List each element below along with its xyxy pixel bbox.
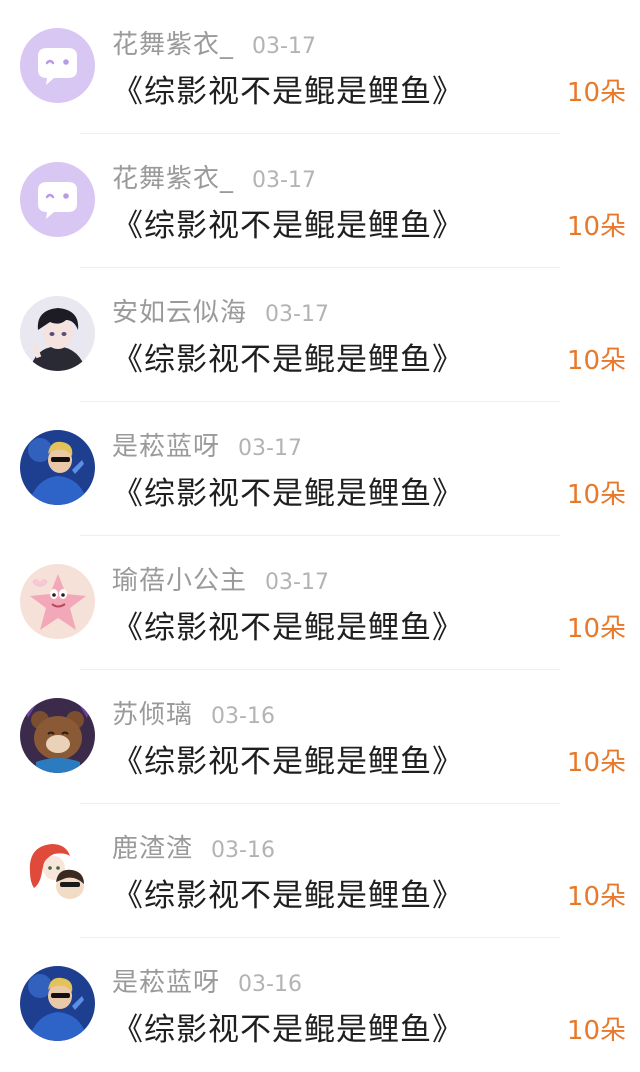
- date: 03-17: [252, 168, 316, 193]
- blue-character-avatar[interactable]: [20, 966, 95, 1041]
- red-hair-girl-avatar[interactable]: [20, 832, 95, 907]
- item-meta: 花舞紫衣_ 03-17: [112, 158, 316, 194]
- gift-record-list: 花舞紫衣_ 03-17 《综影视不是鲲是鲤鱼》 10朵 花舞紫衣_ 03-17 …: [0, 0, 640, 1056]
- list-item[interactable]: 是菘蓝呀 03-17 《综影视不是鲲是鲤鱼》 10朵: [0, 402, 640, 536]
- username[interactable]: 是菘蓝呀: [112, 962, 220, 999]
- book-title[interactable]: 《综影视不是鲲是鲤鱼》: [112, 66, 464, 111]
- gift-count: 10朵: [566, 212, 626, 242]
- list-item[interactable]: 苏倾璃 03-16 《综影视不是鲲是鲤鱼》 10朵: [0, 670, 640, 804]
- list-item[interactable]: 瑜蓓小公主 03-17 《综影视不是鲲是鲤鱼》 10朵: [0, 536, 640, 670]
- chat-bubble-avatar-icon[interactable]: [20, 162, 95, 237]
- date: 03-16: [211, 838, 275, 863]
- list-item[interactable]: 是菘蓝呀 03-16 《综影视不是鲲是鲤鱼》 10朵: [0, 938, 640, 1072]
- username[interactable]: 瑜蓓小公主: [112, 560, 247, 597]
- username[interactable]: 苏倾璃: [112, 694, 193, 731]
- gift-count: 10朵: [566, 748, 626, 778]
- gift-count: 10朵: [566, 480, 626, 510]
- book-title[interactable]: 《综影视不是鲲是鲤鱼》: [112, 870, 464, 915]
- brown-bear-avatar[interactable]: [20, 698, 95, 773]
- username[interactable]: 花舞紫衣_: [112, 158, 234, 195]
- item-meta: 花舞紫衣_ 03-17: [112, 24, 316, 60]
- book-title[interactable]: 《综影视不是鲲是鲤鱼》: [112, 468, 464, 513]
- list-item[interactable]: 鹿渣渣 03-16 《综影视不是鲲是鲤鱼》 10朵: [0, 804, 640, 938]
- gift-count: 10朵: [566, 78, 626, 108]
- username[interactable]: 是菘蓝呀: [112, 426, 220, 463]
- date: 03-17: [265, 302, 329, 327]
- item-meta: 苏倾璃 03-16: [112, 694, 275, 730]
- item-meta: 瑜蓓小公主 03-17: [112, 560, 329, 596]
- date: 03-17: [252, 34, 316, 59]
- item-meta: 鹿渣渣 03-16: [112, 828, 275, 864]
- book-title[interactable]: 《综影视不是鲲是鲤鱼》: [112, 1004, 464, 1049]
- book-title[interactable]: 《综影视不是鲲是鲤鱼》: [112, 602, 464, 647]
- gift-count: 10朵: [566, 346, 626, 376]
- date: 03-16: [211, 704, 275, 729]
- username[interactable]: 鹿渣渣: [112, 828, 193, 865]
- book-title[interactable]: 《综影视不是鲲是鲤鱼》: [112, 200, 464, 245]
- username[interactable]: 花舞紫衣_: [112, 24, 234, 61]
- gift-count: 10朵: [566, 614, 626, 644]
- gift-count: 10朵: [566, 882, 626, 912]
- blue-character-avatar[interactable]: [20, 430, 95, 505]
- username[interactable]: 安如云似海: [112, 292, 247, 329]
- date: 03-17: [265, 570, 329, 595]
- gift-count: 10朵: [566, 1016, 626, 1046]
- list-item[interactable]: 花舞紫衣_ 03-17 《综影视不是鲲是鲤鱼》 10朵: [0, 134, 640, 268]
- book-title[interactable]: 《综影视不是鲲是鲤鱼》: [112, 736, 464, 781]
- item-meta: 是菘蓝呀 03-16: [112, 962, 302, 998]
- date: 03-16: [238, 972, 302, 997]
- anime-boy-avatar[interactable]: [20, 296, 95, 371]
- list-item[interactable]: 安如云似海 03-17 《综影视不是鲲是鲤鱼》 10朵: [0, 268, 640, 402]
- date: 03-17: [238, 436, 302, 461]
- book-title[interactable]: 《综影视不是鲲是鲤鱼》: [112, 334, 464, 379]
- pink-starfish-avatar[interactable]: [20, 564, 95, 639]
- chat-bubble-avatar-icon[interactable]: [20, 28, 95, 103]
- item-meta: 安如云似海 03-17: [112, 292, 329, 328]
- list-item[interactable]: 花舞紫衣_ 03-17 《综影视不是鲲是鲤鱼》 10朵: [0, 0, 640, 134]
- item-meta: 是菘蓝呀 03-17: [112, 426, 302, 462]
